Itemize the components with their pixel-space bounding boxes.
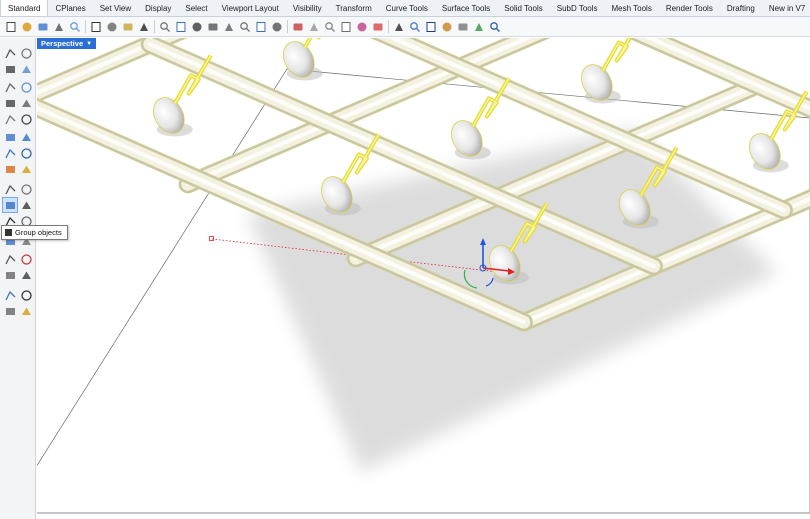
egg-component	[580, 38, 632, 104]
tab-set-view[interactable]: Set View	[93, 0, 138, 16]
lock-icon[interactable]	[339, 20, 353, 34]
standard-toolbar	[0, 17, 810, 37]
curve-icon[interactable]	[19, 62, 33, 76]
render-icon[interactable]	[392, 20, 406, 34]
rotate-view-icon[interactable]	[174, 20, 188, 34]
zoom-extents-icon[interactable]	[222, 20, 236, 34]
new-icon[interactable]	[4, 20, 18, 34]
toolbar-separator	[287, 20, 288, 33]
rectangle-icon[interactable]	[19, 96, 33, 110]
group-icon	[5, 229, 12, 236]
check-icon[interactable]	[19, 288, 33, 302]
four-views-icon[interactable]	[254, 20, 268, 34]
perspective-viewport[interactable]	[37, 38, 810, 519]
viewport-scene	[37, 38, 810, 514]
tab-surface-tools[interactable]: Surface Tools	[435, 0, 497, 16]
box-icon[interactable]	[3, 146, 17, 160]
surface-options-icon[interactable]	[19, 130, 33, 144]
render-object-icon[interactable]	[3, 304, 17, 318]
settings-icon[interactable]	[440, 20, 454, 34]
viewport-label: Perspective	[41, 39, 84, 48]
toolbar-separator	[388, 20, 389, 33]
surface-icon[interactable]	[3, 130, 17, 144]
history-icon[interactable]	[19, 268, 33, 282]
cut-icon[interactable]	[89, 20, 103, 34]
toolbar-separator	[85, 20, 86, 33]
tab-solid-tools[interactable]: Solid Tools	[497, 0, 550, 16]
extrude-icon[interactable]	[3, 162, 17, 176]
viewport-title[interactable]: Perspective ▼	[37, 38, 97, 49]
sphere-icon[interactable]	[424, 20, 438, 34]
pan-icon[interactable]	[158, 20, 172, 34]
zoom-icon[interactable]	[190, 20, 204, 34]
material-icon[interactable]	[408, 20, 422, 34]
layer-icon[interactable]	[355, 20, 369, 34]
tooltip: Group objects	[1, 225, 68, 240]
tab-transform[interactable]: Transform	[329, 0, 379, 16]
ungroup-icon[interactable]	[19, 198, 33, 212]
zoom-window-icon[interactable]	[206, 20, 220, 34]
cplane-icon[interactable]	[291, 20, 305, 34]
circle-icon[interactable]	[3, 80, 17, 94]
point-icon[interactable]	[3, 112, 17, 126]
tab-display[interactable]: Display	[138, 0, 178, 16]
tab-subd-tools[interactable]: SubD Tools	[550, 0, 605, 16]
save-icon[interactable]	[36, 20, 50, 34]
help-icon[interactable]	[488, 20, 502, 34]
tab-drafting[interactable]: Drafting	[720, 0, 762, 16]
fillet-icon[interactable]	[19, 112, 33, 126]
join-icon[interactable]	[19, 182, 33, 196]
polyline-icon[interactable]	[3, 62, 17, 76]
boolean-icon[interactable]	[19, 162, 33, 176]
hide-icon[interactable]	[323, 20, 337, 34]
select-arrow-icon[interactable]	[3, 46, 17, 60]
analyze-icon[interactable]	[19, 252, 33, 266]
main-toolbox	[0, 38, 36, 519]
zoom-selected-icon[interactable]	[238, 20, 252, 34]
tab-new-in-v7[interactable]: New in V7	[762, 0, 810, 16]
toolbar-tabs: Standard CPlanes Set View Display Select View…	[0, 0, 810, 17]
show-icon[interactable]	[307, 20, 321, 34]
tab-viewport-layout[interactable]: Viewport Layout	[215, 0, 286, 16]
mesh-icon[interactable]	[3, 252, 17, 266]
paste-icon[interactable]	[121, 20, 135, 34]
open-icon[interactable]	[20, 20, 34, 34]
circle-options-icon[interactable]	[19, 80, 33, 94]
sphere-icon[interactable]	[19, 146, 33, 160]
options-icon[interactable]	[456, 20, 470, 34]
toolbar-separator	[154, 20, 155, 33]
select-options-icon[interactable]	[19, 46, 33, 60]
tab-visibility[interactable]: Visibility	[286, 0, 329, 16]
array-icon[interactable]	[3, 268, 17, 282]
print-icon[interactable]	[52, 20, 66, 34]
tab-cplanes[interactable]: CPlanes	[48, 0, 92, 16]
tab-standard[interactable]: Standard	[0, 0, 49, 16]
explode-icon[interactable]	[3, 182, 17, 196]
grasshopper-icon[interactable]	[472, 20, 486, 34]
egg-component	[152, 54, 213, 137]
import-icon[interactable]	[68, 20, 82, 34]
tab-curve-tools[interactable]: Curve Tools	[379, 0, 435, 16]
copy-icon[interactable]	[105, 20, 119, 34]
arc-icon[interactable]	[3, 96, 17, 110]
chevron-down-icon: ▼	[86, 40, 93, 47]
tooltip-text: Group objects	[15, 228, 62, 237]
color-icon[interactable]	[371, 20, 385, 34]
grid-icon[interactable]	[270, 20, 284, 34]
tab-render-tools[interactable]: Render Tools	[659, 0, 720, 16]
layers-icon[interactable]	[3, 288, 17, 302]
group-tool-icon[interactable]	[2, 197, 18, 213]
tab-select[interactable]: Select	[178, 0, 214, 16]
tab-mesh-tools[interactable]: Mesh Tools	[605, 0, 659, 16]
undo-icon[interactable]	[137, 20, 151, 34]
light-icon[interactable]	[19, 304, 33, 318]
